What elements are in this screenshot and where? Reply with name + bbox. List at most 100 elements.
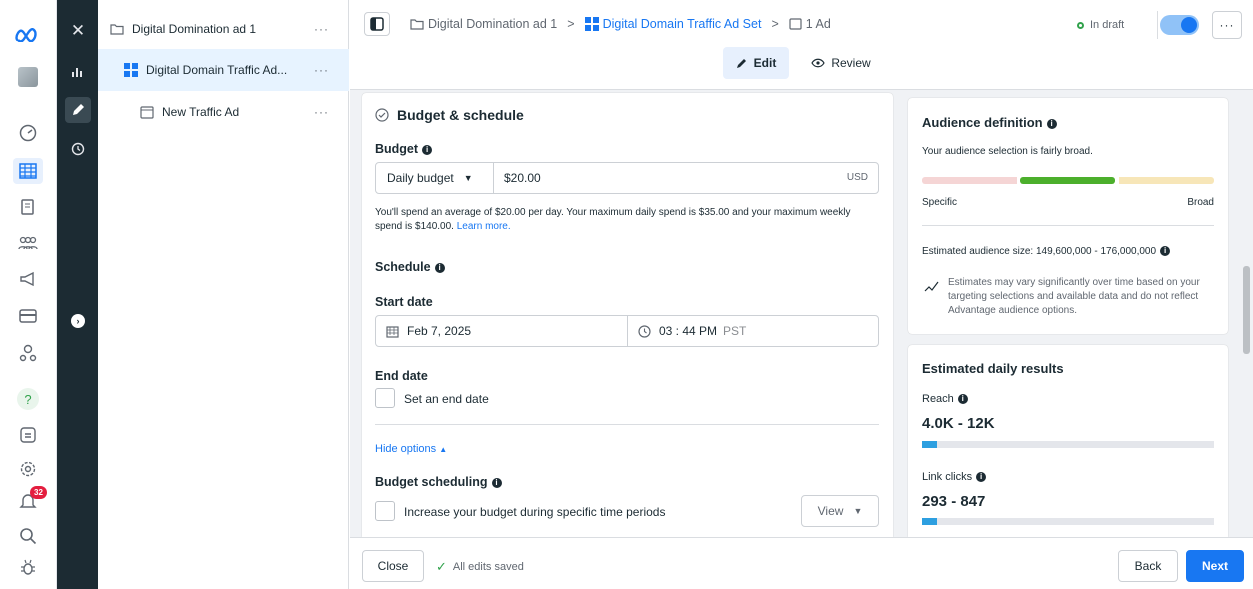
view-dropdown[interactable]: View ▼ — [801, 495, 879, 527]
bar-chart-icon[interactable] — [65, 58, 91, 84]
audiences-icon[interactable] — [13, 230, 43, 256]
end-date-checkbox[interactable] — [375, 388, 395, 408]
calendar-icon — [386, 325, 399, 338]
campaign-toggle[interactable] — [1160, 15, 1199, 35]
tree-item-campaign[interactable]: Digital Domination ad 1 ··· — [98, 10, 349, 47]
notifications-bell-icon[interactable]: 32 — [13, 486, 47, 514]
chevron-down-icon: ▼ — [853, 506, 863, 516]
close-icon[interactable]: ✕ — [65, 18, 91, 44]
info-icon: i — [1160, 246, 1171, 256]
budget-schedule-card: Budget & schedule Budget i Daily budget ▼… — [362, 93, 893, 537]
campaigns-table-icon[interactable] — [13, 158, 43, 184]
tree-adset-label: Digital Domain Traffic Ad... — [146, 63, 288, 77]
end-date-label: End date — [375, 369, 428, 383]
more-options-icon[interactable]: ··· — [314, 63, 329, 77]
meter-specific-label: Specific — [922, 197, 958, 208]
reach-bar — [922, 441, 1214, 448]
business-tools-icon[interactable] — [13, 340, 43, 366]
adset-grid-icon — [124, 63, 138, 77]
reports-icon[interactable] — [13, 422, 43, 448]
start-date-value: Feb 7, 2025 — [407, 324, 472, 338]
info-icon: i — [957, 394, 968, 404]
back-button[interactable]: Back — [1118, 550, 1178, 582]
settings-gear-icon[interactable] — [13, 456, 43, 482]
end-date-option-label: Set an end date — [404, 392, 489, 406]
edit-tab-label: Edit — [753, 56, 777, 70]
budget-note: You'll spend an average of $20.00 per da… — [375, 207, 851, 232]
budget-scheduling-option-label: Increase your budget during specific tim… — [404, 505, 666, 519]
budget-type-dropdown[interactable]: Daily budget ▼ — [376, 163, 494, 193]
info-icon: i — [422, 145, 433, 155]
expand-chevron-icon[interactable]: › — [65, 308, 91, 334]
budget-type-value: Daily budget — [387, 171, 454, 185]
save-status: ✓ All edits saved — [436, 559, 524, 575]
chevron-up-icon: ▲ — [439, 445, 448, 454]
start-time-input[interactable]: 03 : 44 PM PST — [638, 316, 746, 346]
budget-scheduling-checkbox[interactable] — [375, 501, 395, 521]
meter-broad — [1119, 177, 1214, 184]
info-icon: i — [1046, 119, 1057, 129]
status-label: In draft — [1090, 19, 1125, 31]
next-button[interactable]: Next — [1186, 550, 1244, 582]
edit-pencil-icon[interactable] — [65, 97, 91, 123]
link-clicks-value: 293 - 847 — [922, 493, 986, 510]
more-options-icon[interactable]: ··· — [314, 22, 329, 36]
help-icon[interactable]: ? — [13, 386, 43, 412]
scrollbar[interactable] — [1240, 90, 1253, 537]
status-dot-icon — [1077, 21, 1084, 29]
audience-desc: Your audience selection is fairly broad. — [922, 146, 1093, 157]
editor-footer: Close ✓ All edits saved Back Next — [350, 537, 1253, 589]
breadcrumb-ad[interactable]: 1 Ad — [806, 17, 831, 31]
bug-report-icon[interactable] — [13, 554, 43, 580]
link-clicks-label: Link clicks i — [922, 471, 987, 483]
timezone-label: PST — [723, 324, 747, 338]
tree-item-adset[interactable]: Digital Domain Traffic Ad... ··· — [98, 49, 349, 91]
edit-tab[interactable]: Edit — [723, 47, 789, 79]
breadcrumb-campaign[interactable]: Digital Domination ad 1 — [428, 17, 557, 31]
notification-badge: 32 — [30, 486, 47, 499]
meta-logo-icon[interactable] — [13, 22, 43, 48]
more-options-icon[interactable]: ··· — [314, 105, 329, 119]
learn-more-link[interactable]: Learn more. — [457, 221, 511, 232]
section-title: Budget & schedule — [397, 107, 524, 123]
scrollbar-thumb[interactable] — [1243, 266, 1250, 354]
tree-ad-label: New Traffic Ad — [162, 105, 240, 119]
breadcrumb-adset[interactable]: Digital Domain Traffic Ad Set — [603, 17, 762, 31]
audience-size: Estimated audience size: 149,600,000 - 1… — [922, 245, 1171, 259]
budget-section-header: Budget & schedule — [375, 107, 524, 123]
pages-icon[interactable] — [13, 194, 43, 220]
divider — [1157, 11, 1158, 39]
info-icon: i — [491, 478, 502, 488]
billing-card-icon[interactable] — [13, 303, 43, 329]
breadcrumb: Digital Domination ad 1 > Digital Domain… — [410, 17, 831, 31]
more-options-button[interactable]: ··· — [1212, 11, 1242, 39]
reach-value: 4.0K - 12K — [922, 415, 995, 432]
audience-definition-card: Audience definition i Your audience selec… — [908, 98, 1228, 334]
clock-icon — [638, 324, 651, 338]
link-clicks-bar-fill — [922, 518, 937, 525]
dashboard-icon[interactable] — [13, 120, 43, 146]
tree-item-ad[interactable]: New Traffic Ad ··· — [98, 93, 349, 131]
account-avatar[interactable] — [13, 64, 43, 90]
start-date-label: Start date — [375, 295, 433, 309]
link-clicks-bar — [922, 518, 1214, 525]
review-tab[interactable]: Review — [806, 47, 876, 79]
toggle-panel-icon[interactable] — [364, 12, 390, 36]
breadcrumb-separator: > — [567, 17, 575, 31]
budget-label: Budget i — [375, 142, 433, 156]
budget-amount-input[interactable]: $20.00 — [504, 171, 541, 185]
search-icon[interactable] — [13, 523, 43, 549]
global-nav: ? 32 — [0, 0, 57, 589]
start-date-input[interactable]: Feb 7, 2025 — [376, 316, 628, 346]
meter-broad-label: Broad — [1187, 197, 1214, 208]
reach-label: Reach i — [922, 393, 968, 405]
chevron-down-icon: ▼ — [463, 173, 473, 183]
megaphone-icon[interactable] — [13, 266, 43, 292]
history-clock-icon[interactable] — [65, 136, 91, 162]
close-button[interactable]: Close — [362, 550, 424, 582]
estimate-note: Estimates may vary significantly over ti… — [948, 277, 1200, 316]
eye-icon — [811, 58, 826, 68]
save-status-label: All edits saved — [452, 561, 524, 573]
hide-options-link[interactable]: Hide options ▲ — [375, 443, 447, 455]
breadcrumb-separator: > — [771, 17, 779, 31]
